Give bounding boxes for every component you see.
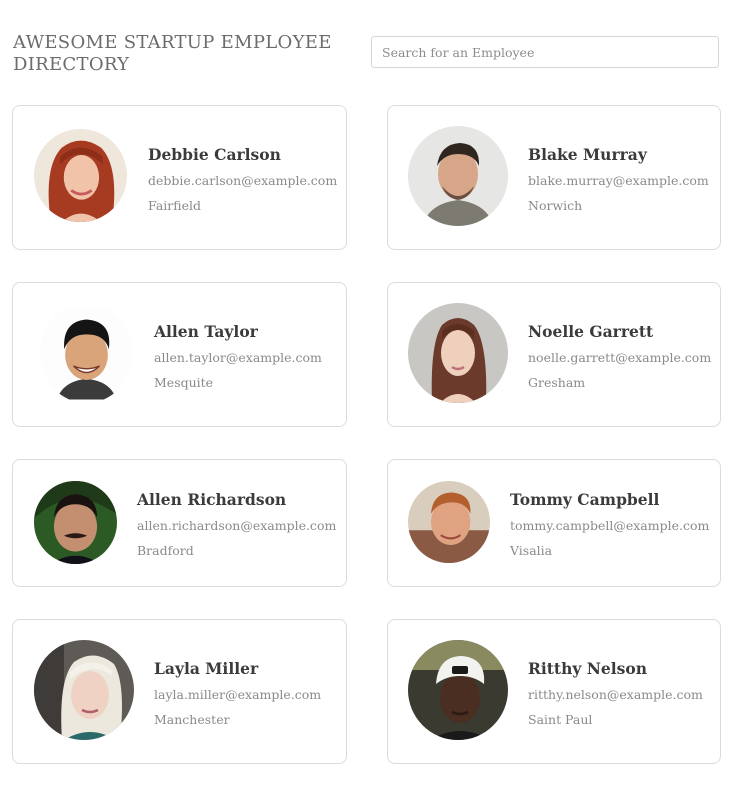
employee-avatar bbox=[408, 640, 508, 740]
employee-avatar bbox=[408, 481, 490, 563]
employee-name: Allen Richardson bbox=[137, 490, 287, 509]
employee-avatar bbox=[34, 481, 117, 564]
employee-email: allen.richardson@example.com bbox=[137, 518, 337, 533]
employee-card[interactable]: Ritthy Nelson ritthy.nelson@example.com … bbox=[387, 619, 721, 764]
employee-city: Gresham bbox=[528, 375, 586, 390]
employee-email: tommy.campbell@example.com bbox=[510, 518, 710, 533]
employee-card[interactable]: Allen Taylor allen.taylor@example.com Me… bbox=[12, 282, 347, 427]
employee-city: Mesquite bbox=[154, 375, 214, 390]
employee-city: Manchester bbox=[154, 712, 230, 727]
employee-avatar bbox=[34, 129, 127, 222]
search-input[interactable] bbox=[371, 36, 719, 68]
employee-avatar bbox=[408, 126, 508, 226]
employee-name: Allen Taylor bbox=[154, 322, 258, 341]
employee-name: Tommy Campbell bbox=[510, 490, 660, 509]
employee-city: Norwich bbox=[528, 198, 583, 213]
employee-avatar bbox=[40, 303, 133, 403]
page-title: AWESOME STARTUP EMPLOYEE DIRECTORY bbox=[13, 32, 332, 75]
employee-card[interactable]: Allen Richardson allen.richardson@exampl… bbox=[12, 459, 347, 587]
employee-email: ritthy.nelson@example.com bbox=[528, 687, 703, 702]
employee-email: layla.miller@example.com bbox=[154, 687, 322, 702]
employee-avatar bbox=[34, 640, 134, 740]
employee-email: allen.taylor@example.com bbox=[154, 350, 322, 365]
employee-card[interactable]: Tommy Campbell tommy.campbell@example.co… bbox=[387, 459, 721, 587]
employee-card[interactable]: Noelle Garrett noelle.garrett@example.co… bbox=[387, 282, 721, 427]
employee-email: debbie.carlson@example.com bbox=[148, 173, 338, 188]
employee-name: Debbie Carlson bbox=[148, 145, 281, 164]
employee-city: Visalia bbox=[510, 543, 553, 558]
employee-email: blake.murray@example.com bbox=[528, 173, 709, 188]
employee-city: Fairfield bbox=[148, 198, 201, 213]
employee-name: Ritthy Nelson bbox=[528, 659, 648, 678]
employee-name: Layla Miller bbox=[154, 659, 259, 678]
employee-avatar bbox=[408, 303, 508, 403]
employee-email: noelle.garrett@example.com bbox=[528, 350, 712, 365]
employee-name: Blake Murray bbox=[528, 145, 647, 164]
employee-card[interactable]: Debbie Carlson debbie.carlson@example.co… bbox=[12, 105, 347, 250]
employee-name: Noelle Garrett bbox=[528, 322, 654, 341]
employee-card[interactable]: Layla Miller layla.miller@example.com Ma… bbox=[12, 619, 347, 764]
employee-card[interactable]: Blake Murray blake.murray@example.com No… bbox=[387, 105, 721, 250]
employee-city: Saint Paul bbox=[528, 712, 593, 727]
employee-city: Bradford bbox=[137, 543, 194, 558]
